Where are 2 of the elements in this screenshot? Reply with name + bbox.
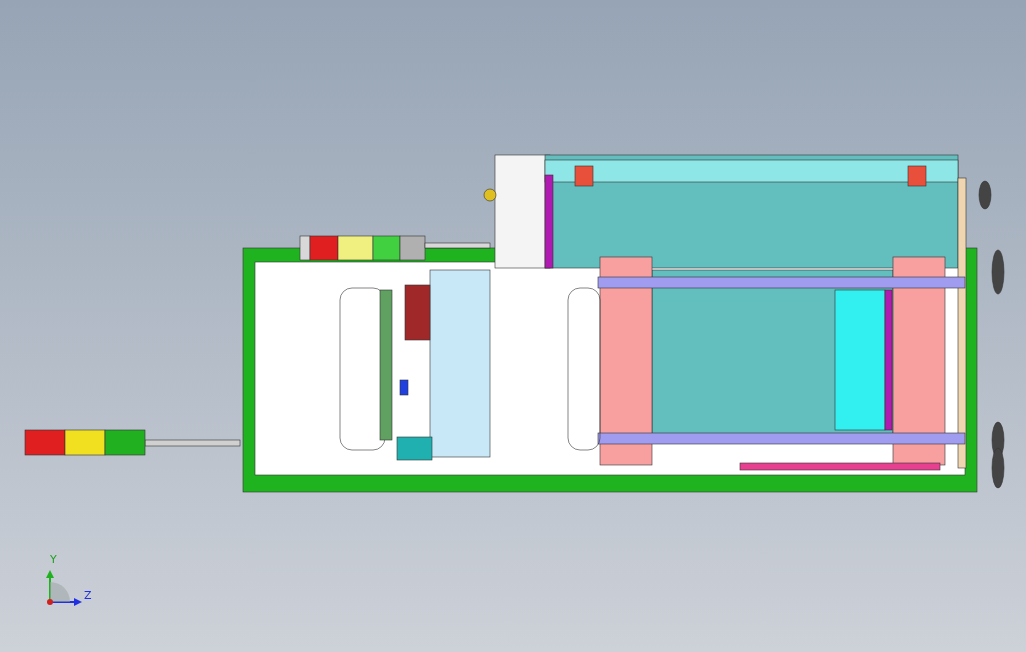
axis-label: Z bbox=[84, 590, 92, 601]
axis-label: Y bbox=[50, 554, 57, 565]
